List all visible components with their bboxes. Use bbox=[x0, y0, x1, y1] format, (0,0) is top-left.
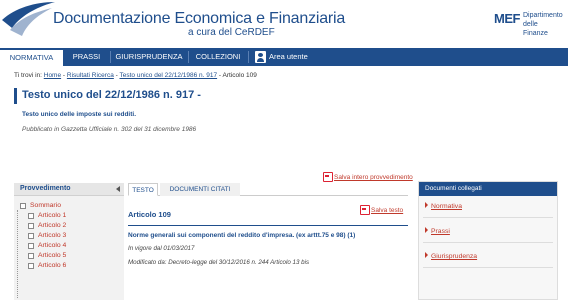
content-tabs: TESTO DOCUMENTI CITATI bbox=[128, 183, 408, 196]
save-all-label: Salva intero provvedimento bbox=[334, 174, 413, 181]
main-nav: NORMATIVA PRASSI GIURISPRUDENZA COLLEZIO… bbox=[0, 48, 568, 66]
tree-item-label: Articolo 3 bbox=[38, 232, 67, 239]
related-item-label: Normativa bbox=[431, 203, 462, 210]
pdf-icon bbox=[323, 172, 333, 182]
mef-line2: delle Finanze bbox=[523, 21, 548, 37]
site-header: Documentazione Economica e Finanziaria a… bbox=[0, 0, 568, 44]
tree-item-label: Articolo 5 bbox=[38, 252, 67, 259]
breadcrumb-current: Articolo 109 bbox=[222, 72, 257, 79]
breadcrumb-prefix: Ti trovi in: bbox=[14, 72, 42, 79]
article-heading: Norme generali sui componenti del reddit… bbox=[128, 232, 356, 239]
tree-item-articolo-3[interactable]: Articolo 3 bbox=[28, 232, 69, 242]
nav-giurisprudenza[interactable]: GIURISPRUDENZA bbox=[110, 48, 188, 66]
article-modified: Modificato da: Decreto-legge del 30/12/2… bbox=[128, 259, 310, 266]
expand-box-icon[interactable] bbox=[20, 203, 26, 209]
tree-item-articolo-6[interactable]: Articolo 6 bbox=[28, 262, 69, 272]
related-divider bbox=[423, 242, 553, 243]
doc-box-icon bbox=[28, 213, 34, 219]
nav-divider bbox=[248, 51, 249, 63]
tree-item-sommario[interactable]: Sommario bbox=[20, 202, 61, 212]
related-item-label: Prassi bbox=[431, 228, 450, 235]
breadcrumb-results[interactable]: Risultati Ricerca bbox=[67, 72, 114, 79]
breadcrumb: Ti trovi in: Home - Risultati Ricerca - … bbox=[14, 72, 257, 79]
tree-item-label: Articolo 4 bbox=[38, 242, 67, 249]
tab-documenti-citati[interactable]: DOCUMENTI CITATI bbox=[160, 183, 240, 196]
arrow-right-icon bbox=[425, 202, 428, 208]
arrow-right-icon bbox=[425, 227, 428, 233]
doc-box-icon bbox=[28, 233, 34, 239]
save-all-link[interactable]: Salva intero provvedimento bbox=[323, 172, 413, 182]
nav-prassi[interactable]: PRASSI bbox=[63, 48, 110, 66]
arrow-right-icon bbox=[425, 252, 428, 258]
tree-root-label: Sommario bbox=[30, 202, 61, 209]
site-title[interactable]: Documentazione Economica e Finanziaria bbox=[53, 10, 345, 28]
related-docs-header: Documenti collegati bbox=[419, 182, 557, 196]
related-giurisprudenza[interactable]: Giurisprudenza bbox=[425, 252, 477, 264]
mef-dept-label: Dipartimento delle Finanze bbox=[523, 11, 564, 38]
doc-box-icon bbox=[28, 263, 34, 269]
breadcrumb-home[interactable]: Home bbox=[44, 72, 61, 79]
doc-box-icon bbox=[28, 243, 34, 249]
related-docs-panel: Documenti collegati Normativa Prassi Giu… bbox=[418, 181, 558, 300]
user-icon bbox=[255, 51, 266, 63]
publication-info: Pubblicato in Gazzetta Ufficiale n. 302 … bbox=[22, 126, 197, 133]
pdf-icon bbox=[360, 205, 370, 215]
provvedimento-title: Provvedimento bbox=[20, 185, 71, 192]
provvedimento-panel: Provvedimento Sommario Articolo 1 Artico… bbox=[14, 183, 124, 300]
nav-area-utente[interactable]: Area utente bbox=[250, 48, 312, 66]
related-normativa[interactable]: Normativa bbox=[425, 202, 462, 214]
related-divider bbox=[423, 267, 553, 268]
article-in-force: In vigore dal 01/03/2017 bbox=[128, 245, 195, 252]
tab-testo[interactable]: TESTO bbox=[128, 183, 158, 196]
save-text-label: Salva testo bbox=[371, 207, 404, 214]
collapse-arrow-icon[interactable] bbox=[116, 186, 120, 192]
save-text-link[interactable]: Salva testo bbox=[360, 205, 404, 215]
tree-item-label: Articolo 6 bbox=[38, 262, 67, 269]
article-title: Articolo 109 bbox=[128, 210, 171, 219]
related-item-label: Giurisprudenza bbox=[431, 253, 478, 260]
tree-item-articolo-2[interactable]: Articolo 2 bbox=[28, 222, 69, 232]
mef-line1: Dipartimento bbox=[523, 12, 563, 19]
site-subtitle: a cura del CeRDEF bbox=[188, 27, 275, 38]
mef-mark: MEF bbox=[494, 11, 520, 26]
related-docs-title: Documenti collegati bbox=[425, 185, 482, 192]
nav-area-utente-label: Area utente bbox=[269, 52, 308, 61]
tree-item-articolo-1[interactable]: Articolo 1 bbox=[28, 212, 69, 222]
nav-normativa[interactable]: NORMATIVA bbox=[0, 48, 63, 66]
title-accent-bar bbox=[14, 88, 17, 104]
related-divider bbox=[423, 217, 553, 218]
nav-collezioni[interactable]: COLLEZIONI bbox=[188, 48, 248, 66]
doc-box-icon bbox=[28, 253, 34, 259]
tree-guide-line bbox=[17, 210, 18, 298]
tree: Sommario Articolo 1 Articolo 2 Articolo … bbox=[20, 202, 69, 272]
tree-item-articolo-4[interactable]: Articolo 4 bbox=[28, 242, 69, 252]
logo-swoosh-icon bbox=[2, 2, 55, 36]
page-title: Testo unico del 22/12/1986 n. 917 - bbox=[22, 89, 201, 101]
article-divider bbox=[128, 225, 408, 226]
tree-item-articolo-5[interactable]: Articolo 5 bbox=[28, 252, 69, 262]
tree-item-label: Articolo 1 bbox=[38, 212, 67, 219]
related-prassi[interactable]: Prassi bbox=[425, 227, 450, 239]
tree-item-label: Articolo 2 bbox=[38, 222, 67, 229]
doc-box-icon bbox=[28, 223, 34, 229]
document-subtitle: Testo unico delle imposte sui redditi. bbox=[22, 111, 137, 118]
provvedimento-header[interactable]: Provvedimento bbox=[14, 183, 124, 196]
breadcrumb-doc[interactable]: Testo unico del 22/12/1986 n. 917 bbox=[120, 72, 218, 79]
mef-logo[interactable]: MEF Dipartimento delle Finanze bbox=[494, 9, 564, 37]
